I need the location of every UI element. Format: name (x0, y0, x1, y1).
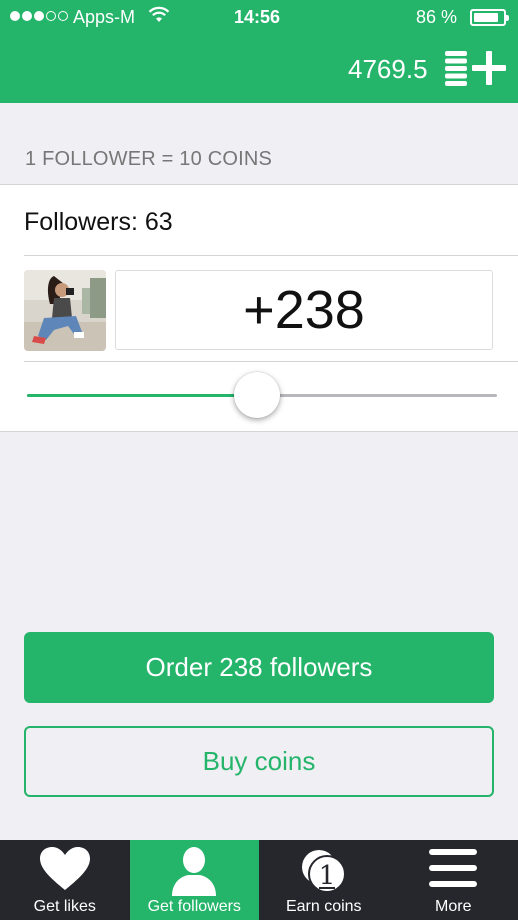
battery-icon (470, 9, 509, 26)
tab-more[interactable]: More (389, 840, 518, 920)
battery-percentage: 86 % (416, 7, 458, 27)
buy-coins-button[interactable]: Buy coins (24, 726, 494, 797)
heart-icon (39, 847, 90, 890)
followers-count: Followers: 63 (24, 208, 173, 236)
tab-label: Earn coins (285, 898, 362, 915)
divider (24, 361, 518, 362)
user-icon (172, 847, 217, 896)
order-card: Followers: 63 +238 (0, 184, 518, 432)
status-bar: Apps-M 14:56 86 % (0, 0, 518, 34)
coin-icon: 1 (301, 850, 346, 893)
wifi-icon (148, 6, 170, 22)
coin-rate-info: 1 FOLLOWER = 10 COINS (25, 148, 273, 170)
order-followers-button[interactable]: Order 238 followers (24, 632, 494, 703)
slider-track-fill (27, 394, 258, 397)
tab-label: Get followers (147, 898, 241, 915)
carrier-name: Apps-M (73, 7, 136, 27)
tab-bar: Get likes Get followers 1 Earn coins Mor… (0, 840, 518, 920)
menu-icon (429, 849, 478, 887)
signal-strength-icon (10, 11, 68, 21)
divider (24, 255, 518, 256)
coins-plus-icon[interactable] (444, 50, 508, 86)
followers-amount-slider[interactable] (27, 372, 497, 418)
tab-get-followers[interactable]: Get followers (129, 840, 259, 920)
tab-label: More (435, 898, 472, 915)
coin-balance: 4769.5 (348, 54, 428, 84)
order-count-display: +238 (115, 270, 493, 350)
tab-label: Get likes (33, 898, 96, 915)
slider-thumb[interactable] (234, 372, 281, 418)
profile-avatar (24, 270, 106, 351)
tab-get-likes[interactable]: Get likes (0, 840, 130, 920)
clock: 14:56 (234, 7, 281, 27)
tab-earn-coins[interactable]: 1 Earn coins (259, 840, 389, 920)
app-header: Apps-M 14:56 86 % 4769.5 (0, 0, 518, 103)
svg-text:1: 1 (318, 861, 335, 891)
